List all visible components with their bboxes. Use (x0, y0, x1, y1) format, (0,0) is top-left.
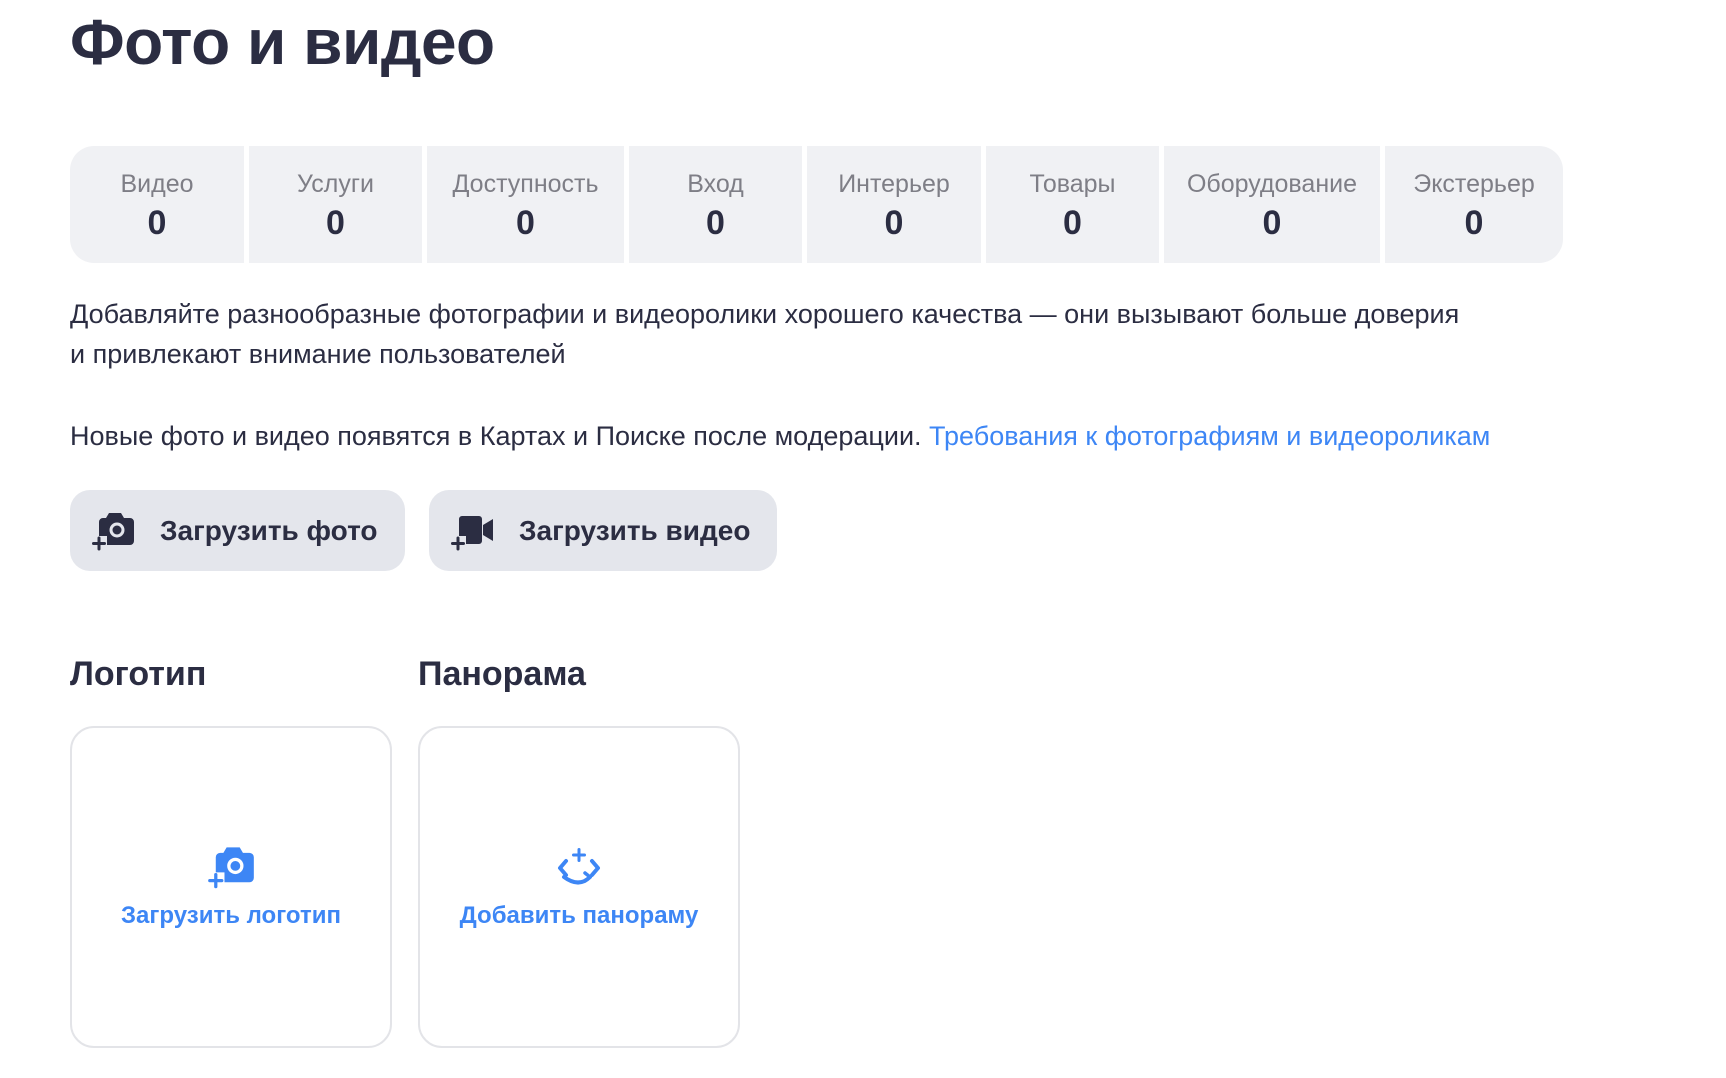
stat-tile-interior[interactable]: Интерьер 0 (807, 146, 981, 263)
category-stats: Видео 0 Услуги 0 Доступность 0 Вход 0 Ин… (70, 146, 1563, 263)
stat-tile-video[interactable]: Видео 0 (70, 146, 244, 263)
panorama-icon (554, 844, 604, 890)
add-camera-icon (90, 510, 136, 552)
photo-video-page: Фото и видео Видео 0 Услуги 0 Доступност… (0, 0, 1726, 1078)
stat-tile-goods[interactable]: Товары 0 (986, 146, 1159, 263)
page-title: Фото и видео (70, 6, 495, 78)
description-line-2: и привлекают внимание пользователей (70, 339, 566, 369)
requirements-link[interactable]: Требования к фотографиям и видеороликам (929, 421, 1490, 451)
upload-photo-button[interactable]: Загрузить фото (70, 490, 405, 571)
description-text: Добавляйте разнообразные фотографии и ви… (70, 294, 1570, 374)
stat-count: 0 (1464, 204, 1484, 242)
stat-tile-services[interactable]: Услуги 0 (249, 146, 422, 263)
stat-count: 0 (706, 204, 725, 242)
stat-count: 0 (147, 204, 167, 242)
upload-logo-card[interactable]: Загрузить логотип (70, 726, 392, 1048)
stat-count: 0 (1063, 204, 1082, 242)
stat-count: 0 (1262, 204, 1282, 242)
stat-tile-accessibility[interactable]: Доступность 0 (427, 146, 624, 263)
stat-tile-entrance[interactable]: Вход 0 (629, 146, 802, 263)
upload-logo-label: Загрузить логотип (121, 902, 341, 929)
stat-count: 0 (326, 204, 345, 242)
stat-tile-exterior[interactable]: Экстерьер 0 (1385, 146, 1563, 263)
add-video-camera-icon (449, 510, 495, 552)
stat-label: Экстерьер (1413, 170, 1535, 198)
description-line-1: Добавляйте разнообразные фотографии и ви… (70, 299, 1460, 329)
upload-video-button[interactable]: Загрузить видео (429, 490, 777, 571)
stat-label: Товары (1029, 170, 1116, 198)
stat-label: Доступность (452, 170, 599, 198)
stat-label: Видео (120, 170, 194, 198)
stat-count: 0 (516, 204, 535, 242)
stat-label: Вход (687, 170, 744, 198)
logo-section-title: Логотип (70, 655, 207, 693)
stat-tile-equipment[interactable]: Оборудование 0 (1164, 146, 1380, 263)
upload-photo-label: Загрузить фото (160, 514, 378, 546)
add-panorama-card[interactable]: Добавить панораму (418, 726, 740, 1048)
stat-count: 0 (884, 204, 904, 242)
stat-label: Услуги (297, 170, 374, 198)
upload-video-label: Загрузить видео (519, 514, 751, 546)
add-panorama-label: Добавить панораму (459, 902, 699, 929)
panorama-section-title: Панорама (418, 655, 586, 693)
stat-label: Интерьер (838, 170, 950, 198)
add-camera-icon (206, 844, 256, 890)
moderation-note: Новые фото и видео появятся в Картах и П… (70, 416, 1490, 456)
stat-label: Оборудование (1186, 170, 1358, 198)
moderation-text: Новые фото и видео появятся в Картах и П… (70, 421, 930, 451)
